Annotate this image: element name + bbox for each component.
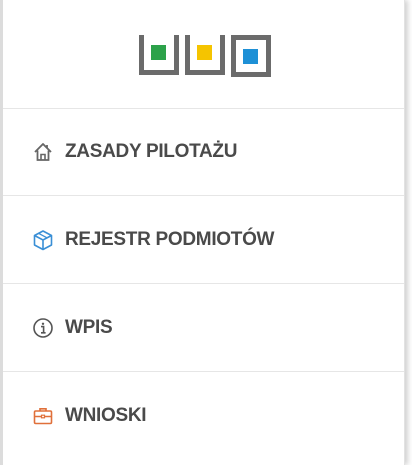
- menu-item-label: ZASADY PILOTAŻU: [65, 140, 238, 162]
- logo-area: [3, 0, 404, 109]
- menu-item-zasady-pilotazu[interactable]: ZASADY PILOTAŻU: [3, 108, 404, 196]
- menu-item-rejestr-podmiotow[interactable]: REJESTR PODMIOTÓW: [3, 196, 404, 284]
- menu-item-label: REJESTR PODMIOTÓW: [65, 228, 275, 250]
- logo-square-blue: [243, 48, 258, 64]
- logo-square-green: [151, 45, 166, 60]
- logo-box-blue: [230, 35, 271, 77]
- logo-box-green: [138, 35, 179, 75]
- cube-icon: [31, 228, 55, 252]
- sidebar-menu: ZASADY PILOTAŻU REJESTR PODMIOTÓW WPIS W…: [3, 108, 404, 460]
- briefcase-icon: [31, 404, 55, 428]
- logo-square-yellow: [197, 45, 212, 60]
- sidebar-panel: ZASADY PILOTAŻU REJESTR PODMIOTÓW WPIS W…: [0, 0, 405, 465]
- menu-item-wpis[interactable]: WPIS: [3, 284, 404, 372]
- menu-item-label: WPIS: [65, 316, 113, 338]
- logo-box-yellow: [184, 35, 225, 75]
- bdo-logo[interactable]: [138, 35, 271, 77]
- home-icon: [31, 140, 55, 164]
- info-icon: [31, 316, 55, 340]
- menu-item-label: WNIOSKI: [65, 405, 147, 426]
- menu-item-wnioski[interactable]: WNIOSKI: [3, 372, 404, 460]
